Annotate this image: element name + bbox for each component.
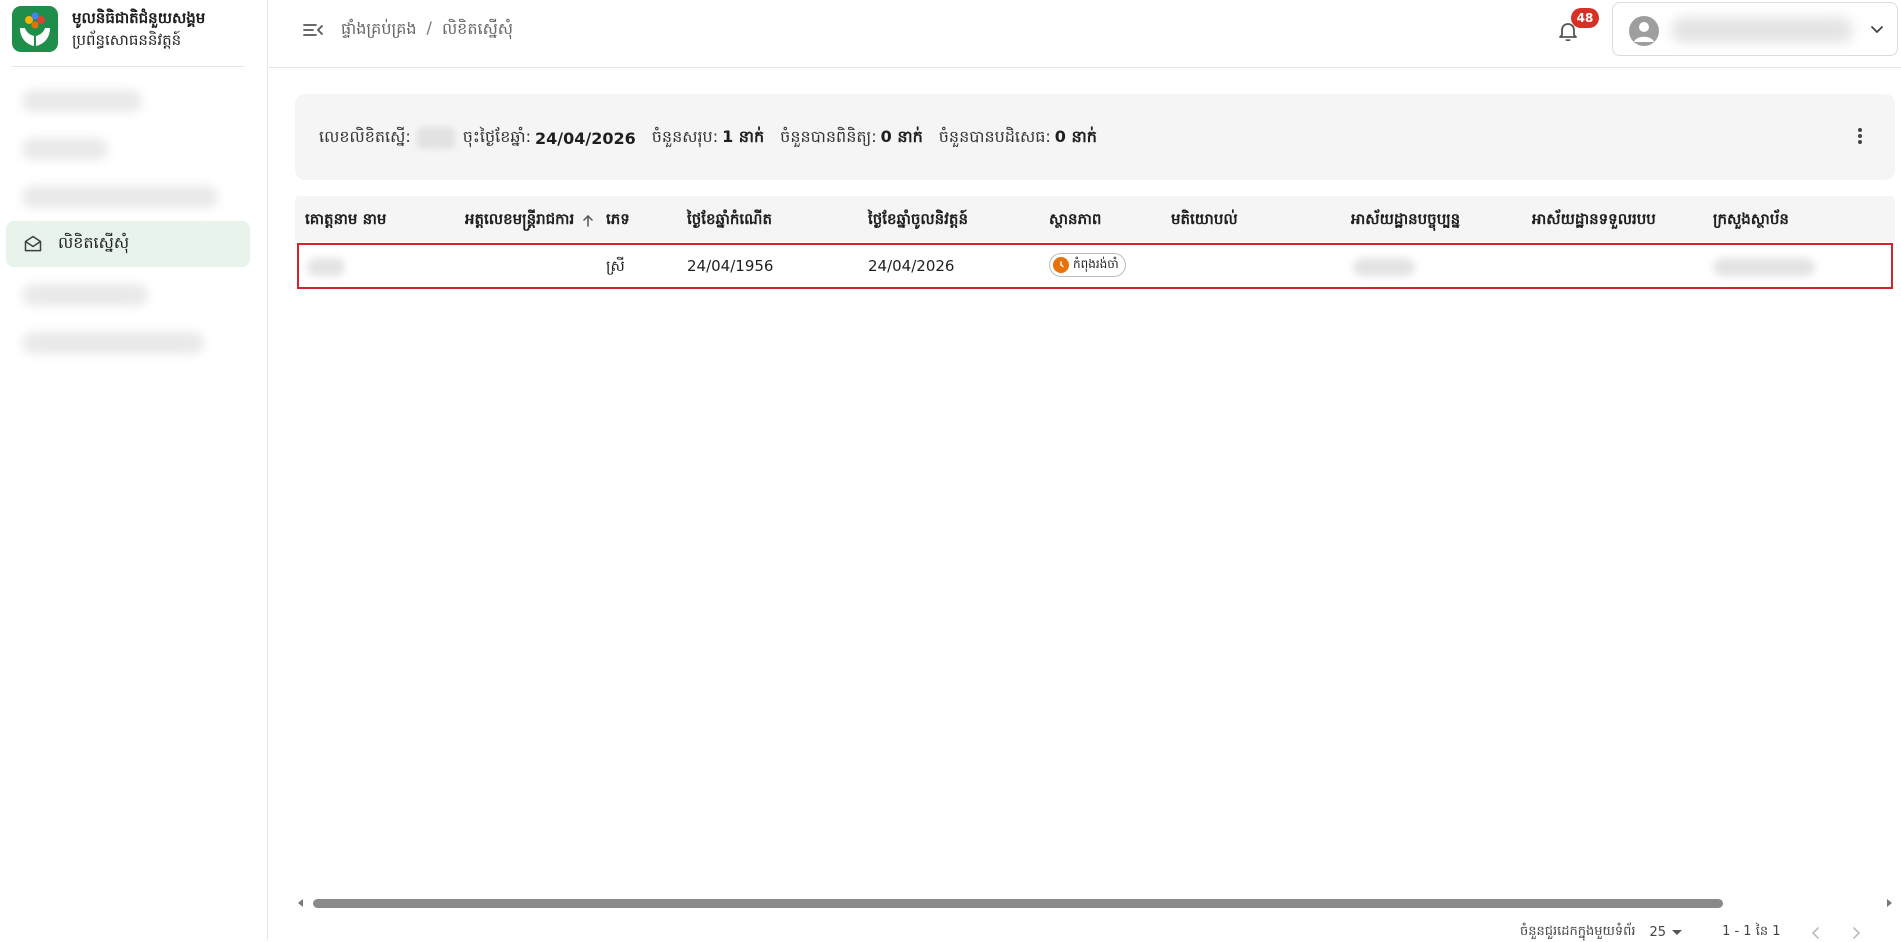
redacted-label — [22, 90, 142, 112]
breadcrumb-current: លិខិតស្នើសុំ — [441, 19, 514, 38]
breadcrumb-home[interactable]: ផ្ទាំងគ្រប់គ្រង — [341, 18, 417, 42]
verified-label: ចំនួនបានពិនិត្យ: — [780, 127, 877, 146]
column-header-benefit-address[interactable]: អាស័យដ្ឋានទទួលរបប — [1532, 210, 1656, 232]
page-range: 1 - 1 នៃ 1 — [1722, 924, 1781, 939]
request-number-label: លេខលិខិតស្នើ: — [319, 127, 411, 146]
avatar — [1629, 16, 1659, 46]
sidebar-item-label: លិខិតស្នើសុំ — [58, 233, 130, 252]
topbar: ផ្ទាំងគ្រប់គ្រង / លិខិតស្នើសុំ 48 — [269, 0, 1901, 68]
birth-date-cell: 24/04/1956 — [687, 257, 774, 275]
brand-title: មូលនិធិជាតិជំនួយសង្គម — [72, 9, 206, 27]
brand-subtitle: ប្រព័ន្ធសោធននិវត្តន៍ — [72, 31, 182, 49]
scrollbar-thumb[interactable] — [313, 899, 1723, 908]
person-icon — [1634, 22, 1654, 42]
column-header-status[interactable]: ស្ថានភាព — [1049, 210, 1101, 232]
requests-table: គោត្តនាម នាម អត្តលេខមន្ត្រីរាជការ ភេទ ថ្… — [295, 196, 1895, 904]
scroll-right-icon[interactable] — [1883, 897, 1895, 909]
menu-open-icon[interactable] — [301, 18, 325, 42]
column-header-birth-date[interactable]: ថ្ងៃខែឆ្នាំកំណើត — [687, 210, 772, 232]
notification-badge: 48 — [1571, 8, 1599, 28]
column-header-ministry[interactable]: ក្រសួងស្ថាប័ន — [1713, 210, 1789, 232]
column-header-current-address[interactable]: អាស័យដ្ឋានបច្ចុប្បន្ន — [1351, 210, 1460, 232]
previous-page-icon[interactable] — [1809, 926, 1823, 940]
sidebar: មូលនិធិជាតិជំនួយសង្គម ប្រព័ន្ធសោធននិវត្ត… — [0, 0, 268, 940]
user-menu[interactable] — [1612, 2, 1898, 56]
more-vert-icon[interactable] — [1848, 124, 1872, 148]
total-value: 1 នាក់ — [722, 127, 765, 146]
column-header-comment[interactable]: មតិយោបល់ — [1171, 210, 1238, 232]
breadcrumb-separator: / — [426, 18, 432, 37]
column-header-gender[interactable]: ភេទ — [606, 210, 630, 232]
table-header: គោត្តនាម នាម អត្តលេខមន្ត្រីរាជការ ភេទ ថ្… — [295, 196, 1895, 242]
scroll-left-icon[interactable] — [295, 897, 307, 909]
sidebar-item-2[interactable] — [6, 126, 250, 172]
brand-divider — [12, 66, 244, 67]
logo — [12, 6, 58, 52]
redacted-label — [22, 138, 108, 160]
redacted-label — [22, 186, 218, 208]
notification-button[interactable]: 48 — [1553, 8, 1599, 46]
column-header-officer-id[interactable]: អត្តលេខមន្ត្រីរាជការ — [465, 210, 596, 232]
arrow-up-icon — [583, 214, 593, 227]
column-header-officer-id-label: អត្តលេខមន្ត្រីរាជការ — [465, 210, 575, 228]
date-value: 24/04/2026 — [535, 128, 636, 148]
caret-down-icon — [1672, 930, 1683, 935]
request-number-redacted — [416, 127, 455, 149]
sidebar-item-3[interactable] — [6, 174, 250, 220]
retire-date-cell: 24/04/2026 — [868, 257, 955, 275]
horizontal-scrollbar[interactable] — [295, 896, 1895, 910]
verified-value: 0 នាក់ — [880, 127, 923, 146]
paginator: ចំនួនជួរដេកក្នុងមួយទំព័រ 25 1 - 1 នៃ 1 — [1520, 924, 1863, 940]
sidebar-item-1[interactable] — [6, 78, 250, 124]
sidebar-item-5[interactable] — [6, 272, 250, 318]
mail-open-icon — [22, 233, 44, 255]
page-size-value: 25 — [1649, 925, 1667, 940]
status-label: កំពុងរង់ចាំ — [1073, 257, 1119, 271]
column-header-retire-date[interactable]: ថ្ងៃខែឆ្នាំចូលនិវត្តន៍ — [868, 210, 968, 232]
rejected-value: 0 នាក់ — [1054, 127, 1097, 146]
total-label: ចំនួនសរុប: — [651, 127, 719, 146]
status-badge: កំពុងរង់ចាំ — [1049, 253, 1126, 277]
sidebar-item-requests[interactable]: លិខិតស្នើសុំ — [6, 221, 250, 267]
brand[interactable]: មូលនិធិជាតិជំនួយសង្គម ប្រព័ន្ធសោធននិវត្ត… — [12, 6, 244, 66]
next-page-icon[interactable] — [1849, 926, 1863, 940]
items-per-page-label: ចំនួនជួរដេកក្នុងមួយទំព័រ — [1520, 924, 1636, 939]
page-size-select[interactable]: 25 — [1650, 925, 1683, 940]
breadcrumb: ផ្ទាំងគ្រប់គ្រង / លិខិតស្នើសុំ — [341, 18, 513, 42]
chevron-down-icon — [1871, 26, 1883, 34]
rejected-label: ចំនួនបានបដិសេធ: — [938, 127, 1051, 146]
request-summary: លេខលិខិតស្នើ: ចុះថ្ងៃខែឆ្នាំ: 24/04/2026… — [295, 94, 1895, 180]
ministry-redacted — [1713, 258, 1815, 276]
name-cell-redacted — [307, 258, 345, 276]
gender-cell: ស្រី — [606, 257, 625, 275]
current-address-redacted — [1353, 258, 1415, 276]
column-header-name[interactable]: គោត្តនាម នាម — [305, 210, 386, 232]
redacted-label — [22, 284, 148, 306]
table-row[interactable]: ស្រី 24/04/1956 24/04/2026 កំពុងរង់ចាំ — [297, 243, 1893, 289]
date-label: ចុះថ្ងៃខែឆ្នាំ: — [462, 127, 531, 146]
redacted-label — [22, 332, 204, 354]
sidebar-item-6[interactable] — [6, 320, 250, 366]
clock-icon — [1053, 257, 1069, 273]
user-name-redacted — [1671, 17, 1853, 43]
